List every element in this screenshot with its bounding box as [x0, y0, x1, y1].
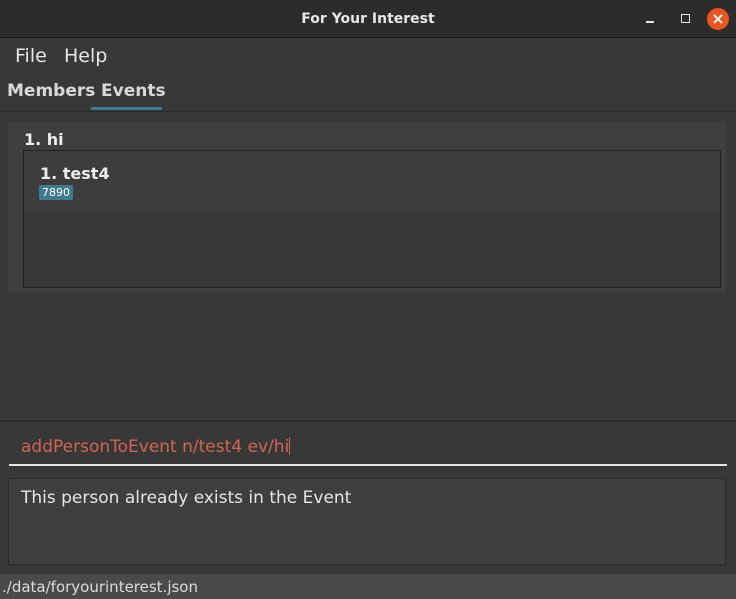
tab-events[interactable]: Events: [101, 81, 166, 101]
tab-bar: Members Events: [0, 73, 736, 112]
result-display: This person already exists in the Event: [8, 478, 726, 565]
status-file-path: ./data/foryourinterest.json: [2, 578, 198, 596]
status-bar: ./data/foryourinterest.json: [0, 574, 736, 599]
panel-divider: [0, 420, 736, 422]
command-text: addPersonToEvent n/test4 ev/hi: [21, 437, 290, 457]
event-card[interactable]: 1. hi 1. test4 7890: [8, 122, 726, 293]
tab-members[interactable]: Members: [7, 81, 95, 101]
text-caret: [289, 437, 291, 455]
menu-help[interactable]: Help: [64, 45, 107, 67]
active-tab-indicator: [91, 107, 162, 110]
member-list-item[interactable]: 1. test4 7890: [24, 151, 720, 212]
title-bar: For Your Interest ×: [0, 0, 736, 38]
command-input[interactable]: addPersonToEvent n/test4 ev/hi: [21, 437, 291, 457]
window-title: For Your Interest: [301, 11, 435, 27]
member-tag: 7890: [39, 185, 73, 200]
member-name: 1. test4: [40, 164, 110, 183]
maximize-icon[interactable]: [674, 8, 696, 30]
command-box[interactable]: addPersonToEvent n/test4 ev/hi: [9, 428, 727, 466]
event-member-list[interactable]: 1. test4 7890: [23, 150, 721, 288]
minimize-icon[interactable]: [640, 8, 662, 30]
menu-file[interactable]: File: [15, 45, 47, 67]
menu-bar: File Help: [0, 39, 736, 73]
event-title: 1. hi: [24, 130, 64, 149]
result-message: This person already exists in the Event: [21, 488, 352, 508]
close-icon[interactable]: ×: [707, 8, 729, 30]
